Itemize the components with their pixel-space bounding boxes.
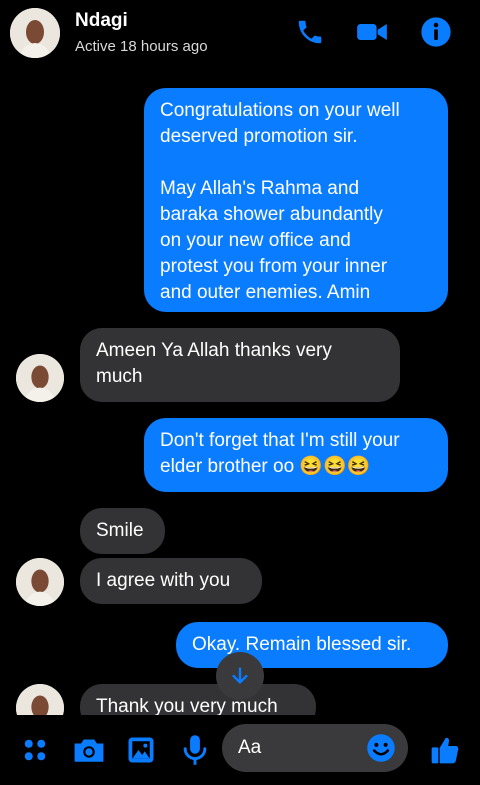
four-dots-icon[interactable] <box>18 733 52 767</box>
contact-avatar-small[interactable] <box>16 684 64 715</box>
message-sent[interactable]: Okay. Remain blessed sir. <box>176 622 448 668</box>
scroll-to-bottom-button[interactable] <box>216 652 264 700</box>
message-received[interactable]: I agree with you <box>80 558 262 604</box>
message-received[interactable]: Smile <box>80 508 165 554</box>
phone-icon[interactable] <box>294 16 326 48</box>
contact-avatar-small[interactable] <box>16 558 64 606</box>
message-input[interactable] <box>238 724 368 772</box>
info-icon[interactable] <box>420 16 452 48</box>
contact-avatar[interactable] <box>10 8 60 58</box>
contact-name: Ndagi <box>75 10 128 31</box>
message-received[interactable]: Ameen Ya Allah thanks very much <box>80 328 400 402</box>
arrow-down-icon <box>232 667 248 684</box>
emoji-icon[interactable] <box>364 731 398 765</box>
chat-header: Ndagi Active 18 hours ago <box>0 0 480 70</box>
contact-avatar-small[interactable] <box>16 354 64 402</box>
video-camera-icon[interactable] <box>356 16 388 48</box>
message-sent[interactable]: Congratulations on your well deserved pr… <box>144 88 448 312</box>
image-icon[interactable] <box>124 733 158 767</box>
thumbs-up-icon[interactable] <box>428 733 462 767</box>
message-received[interactable]: Thank you very much <box>80 684 316 715</box>
contact-status: Active 18 hours ago <box>75 38 208 55</box>
camera-icon[interactable] <box>72 733 106 767</box>
microphone-icon[interactable] <box>178 733 212 767</box>
message-sent[interactable]: Don't forget that I'm still your elder b… <box>144 418 448 492</box>
message-list[interactable]: Congratulations on your well deserved pr… <box>0 70 480 715</box>
message-input-container[interactable] <box>222 724 408 772</box>
